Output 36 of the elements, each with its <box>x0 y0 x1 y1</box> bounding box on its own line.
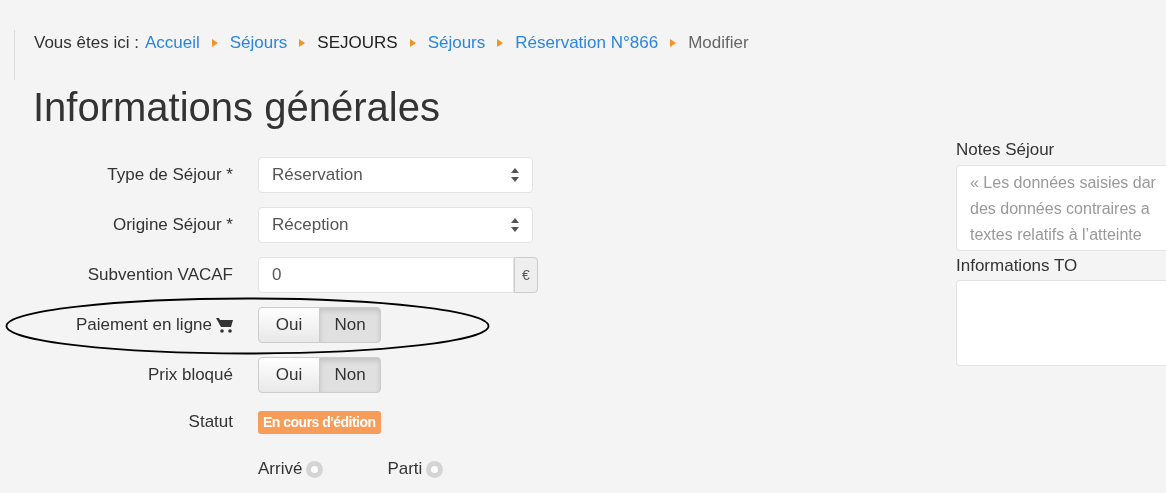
caret-icon <box>670 38 677 48</box>
sort-arrows-icon <box>511 218 519 232</box>
caret-icon <box>211 38 218 48</box>
caret-icon <box>409 38 416 48</box>
breadcrumb-prefix: Vous êtes ici : <box>34 32 139 55</box>
field-label: Paiement en ligne <box>75 314 212 337</box>
field-label: Statut <box>188 411 233 434</box>
field-label: Informations TO <box>956 254 1079 277</box>
toggle-button[interactable]: Non <box>319 307 381 343</box>
page-title: Informations générales <box>33 84 441 131</box>
status-badge: En cours d'édition <box>258 410 381 434</box>
amount-field[interactable]: 0 <box>258 257 514 293</box>
select-field[interactable]: Réception <box>258 207 533 243</box>
radio-label: Arrivé <box>258 458 303 481</box>
currency-addon: € <box>514 257 538 293</box>
breadcrumb-item: Modifier <box>688 32 749 55</box>
cart-icon <box>216 317 233 333</box>
toggle-button[interactable]: Oui <box>258 307 320 343</box>
field-label: Subvention VACAF <box>87 264 233 287</box>
breadcrumb-link[interactable]: Réservation N°866 <box>515 30 659 56</box>
radio-button[interactable] <box>306 460 324 478</box>
sort-arrows-icon <box>511 168 519 182</box>
radio-button[interactable] <box>426 460 444 478</box>
breadcrumb-item: SEJOURS <box>317 32 398 55</box>
toggle-button[interactable]: Non <box>319 357 381 393</box>
caret-icon <box>497 38 504 48</box>
breadcrumb-link[interactable]: Accueil <box>144 30 200 56</box>
caret-icon <box>299 38 306 48</box>
radio-label: Parti <box>387 458 423 481</box>
field-label: Notes Séjour <box>956 139 1056 161</box>
field-label: Type de Séjour * <box>107 164 233 187</box>
field-label: Prix bloqué <box>147 364 233 387</box>
toggle-button[interactable]: Oui <box>258 357 320 393</box>
select-field[interactable]: Réservation <box>258 157 533 193</box>
field-label: Origine Séjour * <box>113 214 233 237</box>
info-field[interactable] <box>956 280 1166 366</box>
